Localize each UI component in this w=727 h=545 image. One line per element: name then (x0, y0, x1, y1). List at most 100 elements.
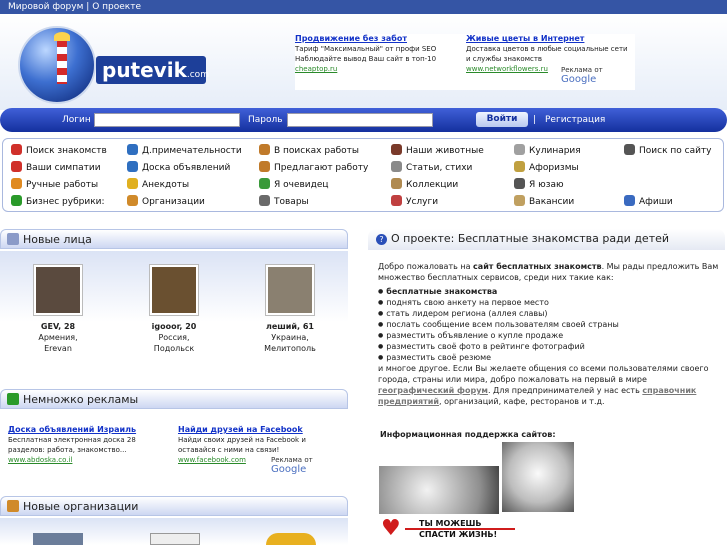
side-ad-2-title[interactable]: Найди друзей на Facebook (178, 425, 343, 435)
about-intro-bold: сайт бесплатных знакомств (473, 262, 602, 271)
menu-item[interactable]: Доска объявлений (127, 161, 230, 173)
password-input[interactable] (287, 113, 433, 127)
menu-item-label: Бизнес рубрики: (26, 197, 105, 207)
google-logo: Google (271, 464, 307, 475)
menu-item-label: Афиши (639, 197, 673, 207)
site-logo[interactable]: putevik.com (96, 56, 209, 84)
menu-item-label: Наши животные (406, 146, 484, 156)
menu-item[interactable]: Поиск знакомств (11, 144, 107, 156)
side-ad-credit-prefix: Реклама от (271, 456, 313, 464)
menu-item[interactable]: Ваши симпатии (11, 161, 101, 173)
face-name[interactable]: леший, 61 (235, 321, 345, 332)
top-ad-block: Продвижение без забот Тариф "Максимальны… (295, 34, 635, 90)
geo-forum-link[interactable]: географический форум (378, 386, 488, 395)
menu-item[interactable]: Д.примечательности (127, 144, 242, 156)
top-ad-1-url[interactable]: cheaptop.ru (295, 64, 460, 74)
menu-item[interactable]: Афоризмы (514, 161, 579, 173)
menu-item-label: Коллекции (406, 180, 459, 190)
side-ad-1-url[interactable]: www.abdoska.co.il (8, 455, 72, 465)
top-ad-2-url[interactable]: www.networkflowers.ru (466, 64, 548, 74)
menu-item[interactable]: Бизнес рубрики: (11, 195, 105, 207)
login-input[interactable] (94, 113, 240, 127)
menu-item-label: Доска объявлений (142, 163, 231, 173)
face-name[interactable]: GEV, 28 (3, 321, 113, 332)
register-link[interactable]: Регистрация (545, 115, 605, 125)
menu-item[interactable]: Наши животные (391, 144, 484, 156)
org-logo[interactable] (150, 533, 200, 545)
org-logo[interactable] (33, 533, 83, 545)
top-ad-credit[interactable]: Реклама от Google (561, 65, 635, 85)
site-header: putevik.com Продвижение без забот Тариф … (0, 14, 727, 110)
face-photo[interactable] (149, 264, 199, 316)
support-title: Информационная поддержка сайтов: (380, 430, 556, 439)
about-intro: Добро пожаловать на сайт бесплатных знак… (378, 261, 724, 283)
about-project-link[interactable]: О проекте (92, 2, 141, 12)
top-ad-1-title[interactable]: Продвижение без забот (295, 34, 460, 44)
list-item: послать сообщение всем пользователям сво… (378, 319, 724, 330)
save-life-text: ТЫ МОЖЕШЬ СПАСТИ ЖИЗНЬ! (419, 518, 497, 540)
globe-icon (127, 161, 138, 172)
top-ad-2-title[interactable]: Живые цветы в Интернет (466, 34, 631, 44)
login-button[interactable]: Войти (476, 112, 528, 127)
menu-item[interactable]: Статьи, стихи (391, 161, 472, 173)
face-card[interactable]: GEV, 28 Армения, Erevan (3, 264, 113, 354)
menu-item[interactable]: Организации (127, 195, 205, 207)
list-item: разместить своё резюме (378, 352, 724, 363)
face-country: Армения, (38, 333, 78, 342)
menu-item[interactable]: Предлагают работу (259, 161, 368, 173)
list-item-text: бесплатные знакомства (386, 287, 498, 296)
menu-item[interactable]: В поисках работы (259, 144, 359, 156)
about-text: Добро пожаловать на сайт бесплатных знак… (378, 261, 724, 407)
orgs-panel (0, 518, 348, 545)
menu-item[interactable]: Ручные работы (11, 178, 98, 190)
pet-icon (391, 144, 402, 155)
top-ad-credit-prefix: Реклама от (561, 66, 603, 74)
menu-item[interactable]: Поиск по сайту (624, 144, 712, 156)
save-life-banner[interactable]: ♥ ТЫ МОЖЕШЬ СПАСТИ ЖИЗНЬ! (381, 516, 521, 545)
face-photo[interactable] (265, 264, 315, 316)
menu-item[interactable]: Анекдоты (127, 178, 189, 190)
menu-item-label: Статьи, стихи (406, 163, 473, 173)
menu-item[interactable]: Я очевидец (259, 178, 329, 190)
face-photo[interactable] (33, 264, 83, 316)
about-outro-2: . Для предпринимателей у нас есть (487, 386, 643, 395)
side-ad-1: Доска объявлений Израиль Бесплатная элек… (8, 425, 173, 465)
save-life-line-2: СПАСТИ ЖИЗНЬ! (419, 530, 498, 539)
menu-item[interactable]: Услуги (391, 195, 438, 207)
top-ad-2-text: Доставка цветов в любые социальные сети … (466, 45, 628, 63)
people-icon (7, 233, 19, 245)
face-name[interactable]: igooor, 20 (119, 321, 229, 332)
password-label: Пароль (248, 115, 283, 125)
side-ad-1-title[interactable]: Доска объявлений Израиль (8, 425, 173, 435)
face-card[interactable]: леший, 61 Украина, Мелитополь (235, 264, 345, 354)
side-ad-2-text: Найди своих друзей на Facebook и оставай… (178, 436, 306, 454)
chef-icon (514, 144, 525, 155)
side-ad-1-text: Бесплатная электронная доска 28 разделов… (8, 436, 136, 454)
menu-item[interactable]: Товары (259, 195, 309, 207)
dollar-icon (11, 195, 22, 206)
logo-globe-icon[interactable] (18, 26, 96, 104)
new-faces-header: Новые лица (0, 229, 348, 249)
org-logo[interactable] (266, 533, 316, 545)
top-ad-1: Продвижение без забот Тариф "Максимальны… (295, 34, 460, 74)
world-forum-link[interactable]: Мировой форум (8, 2, 83, 12)
topbar-separator: | (86, 2, 90, 12)
side-ad-credit[interactable]: Реклама от Google (271, 455, 345, 475)
menu-item[interactable]: Вакансии (514, 195, 574, 207)
menu-item-label: Поиск по сайту (639, 146, 712, 156)
menu-item[interactable]: Кулинария (514, 144, 581, 156)
search-icon (624, 144, 635, 155)
about-outro-3: , организаций, кафе, ресторанов и т.д. (438, 397, 605, 406)
google-logo: Google (561, 74, 597, 85)
support-banner-photo-1[interactable] (379, 466, 499, 514)
menu-item[interactable]: Афиши (624, 195, 673, 207)
support-banner-photo-2[interactable] (502, 442, 574, 512)
menu-item-label: В поисках работы (274, 146, 359, 156)
menu-item[interactable]: Коллекции (391, 178, 458, 190)
menu-item-label: Ручные работы (26, 180, 99, 190)
menu-item[interactable]: Я юзаю (514, 178, 564, 190)
menu-item-label: Я очевидец (274, 180, 329, 190)
menu-item-label: Кулинария (529, 146, 581, 156)
face-card[interactable]: igooor, 20 Россия, Подольск (119, 264, 229, 354)
side-ad-2-url[interactable]: www.facebook.com (178, 455, 246, 465)
